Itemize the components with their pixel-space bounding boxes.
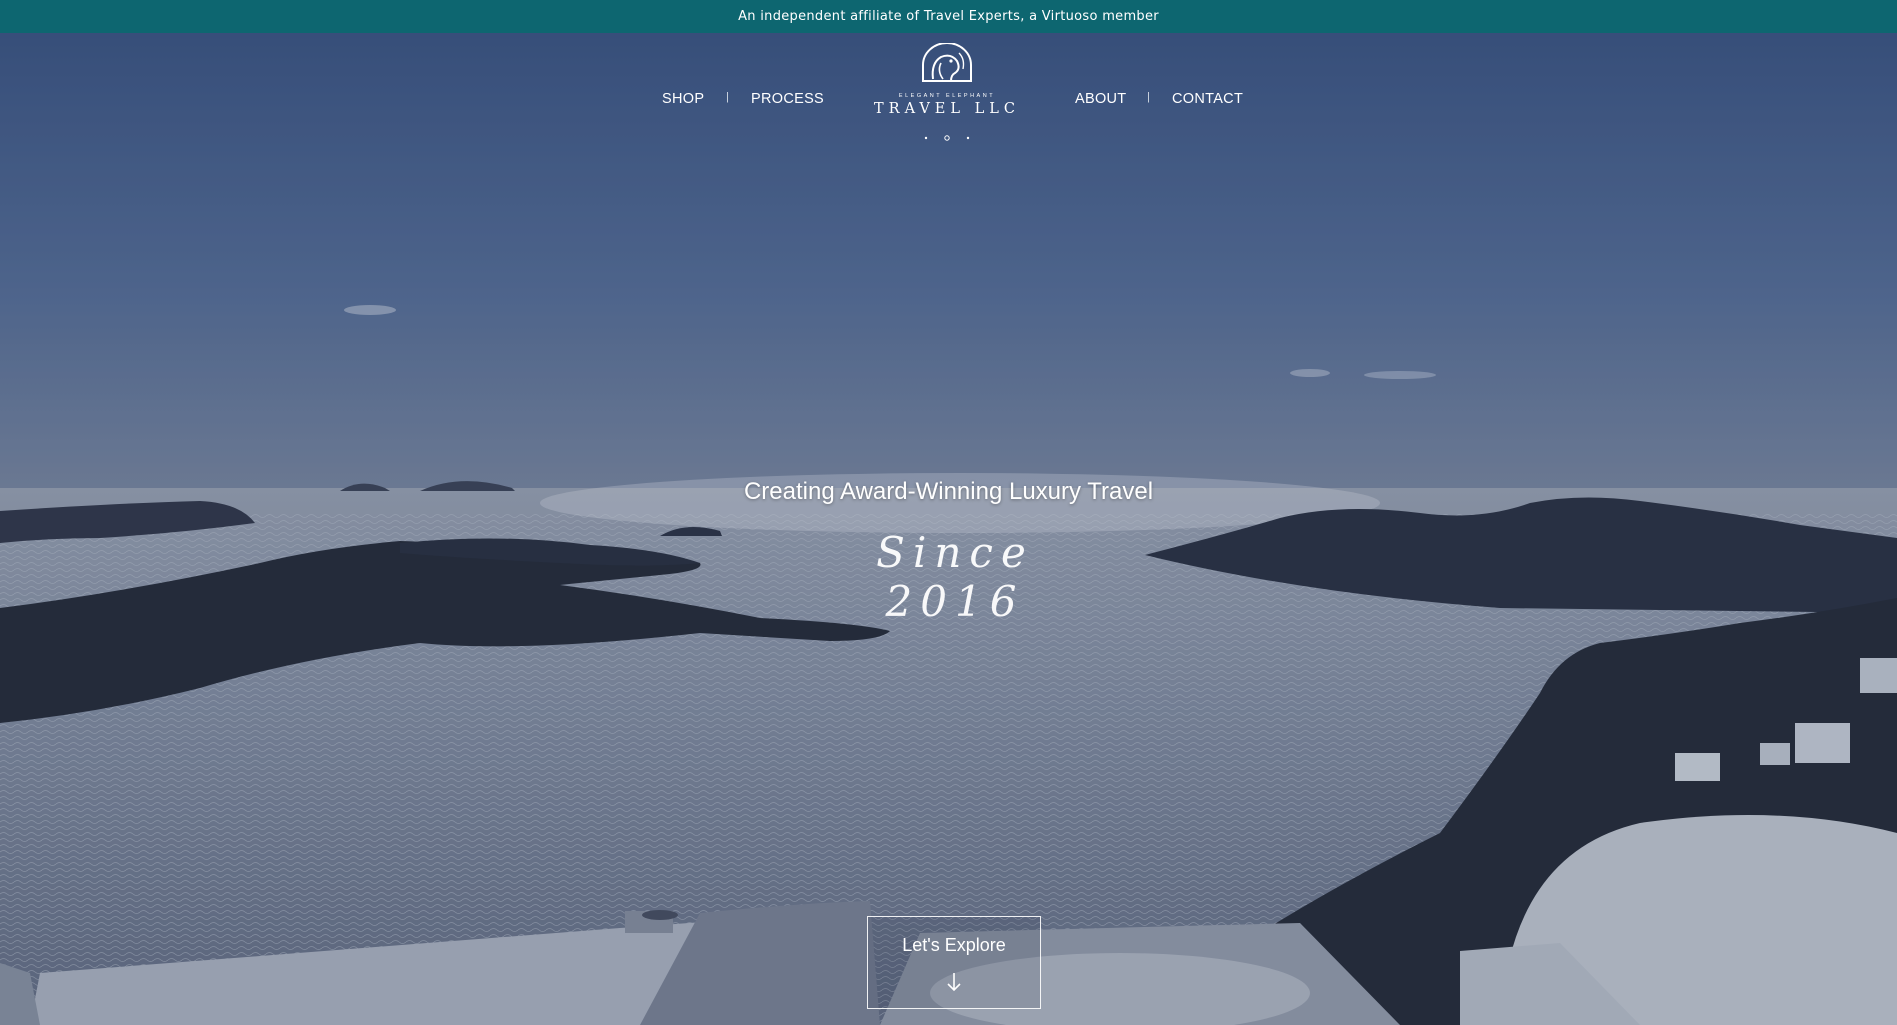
hero-headline: Creating Award-Winning Luxury Travel [743,478,1154,505]
arrow-down-icon [947,973,961,992]
affiliate-text: An independent affiliate of Travel Exper… [738,9,1159,24]
logo-title: TRAVEL LLC [874,101,1020,117]
main-navigation: SHOP | PROCESS ELEGANT ELEPHANT TRAVEL L… [0,33,1897,163]
hero-script-tagline: Since 2016 [820,512,1090,626]
site-logo[interactable]: ELEGANT ELEPHANT TRAVEL LLC [870,43,1024,153]
logo-ornament-icon [924,135,970,141]
nav-contact[interactable]: CONTACT [1172,91,1243,107]
elephant-logo-icon [922,43,972,82]
nav-shop[interactable]: SHOP [662,91,704,107]
nav-process[interactable]: PROCESS [751,91,824,107]
logo-subtitle: ELEGANT ELEPHANT [898,93,996,99]
nav-separator: | [726,91,729,103]
explore-label: Let's Explore [902,935,1006,955]
since-text: Since 2016 [876,528,1034,626]
nav-about[interactable]: ABOUT [1075,91,1126,107]
affiliate-banner: An independent affiliate of Travel Exper… [0,0,1897,33]
lets-explore-button[interactable]: Let's Explore [867,916,1041,1009]
nav-separator: | [1147,91,1150,103]
